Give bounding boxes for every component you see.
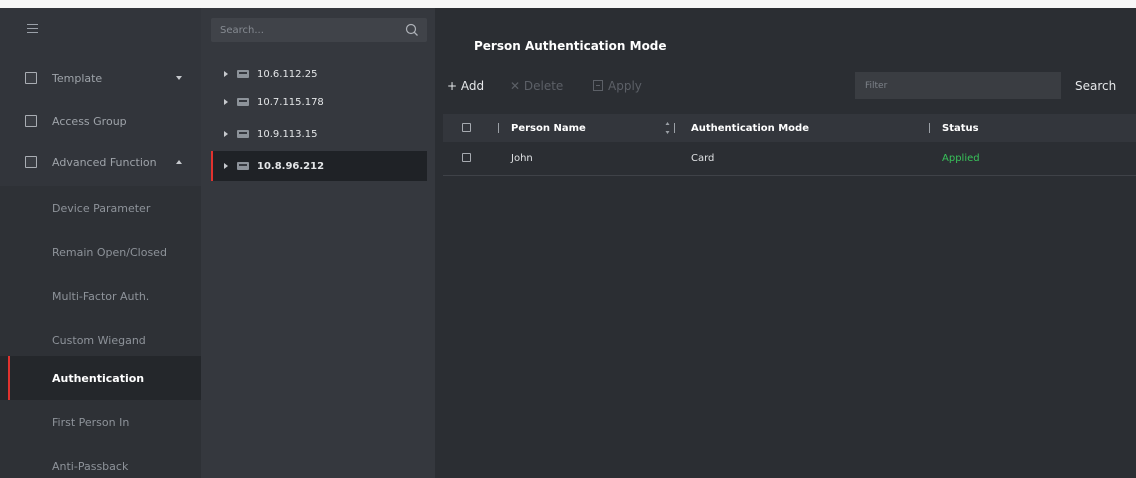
device-icon (237, 162, 249, 170)
sub-item-authentication[interactable]: Authentication (0, 356, 201, 400)
app-window: Template Access Group Advanced Function … (0, 8, 1136, 478)
device-ip: 10.7.115.178 (257, 96, 324, 108)
expand-arrow-icon[interactable] (224, 131, 228, 137)
device-icon (237, 70, 249, 78)
device-ip: 10.9.113.15 (257, 128, 318, 140)
nav-item-label: Template (52, 71, 103, 85)
sub-item-label: Multi-Factor Auth. (52, 289, 150, 303)
lock-icon (25, 115, 37, 127)
row-checkbox[interactable] (462, 153, 471, 162)
apply-icon (593, 80, 603, 91)
column-separator (929, 123, 930, 133)
apply-label: Apply (608, 79, 642, 93)
device-search (211, 18, 427, 42)
column-separator (674, 123, 675, 133)
sub-item-anti-passback[interactable]: Anti-Passback (0, 444, 201, 478)
filter-input[interactable] (855, 72, 1061, 99)
sub-item-label: Custom Wiegand (52, 333, 146, 347)
expand-arrow-icon[interactable] (224, 99, 228, 105)
device-ip: 10.6.112.25 (257, 68, 318, 80)
template-icon (25, 72, 37, 84)
cell-status: Applied (942, 153, 980, 164)
delete-button[interactable]: ✕ Delete (510, 79, 563, 93)
sort-icon[interactable] (665, 121, 670, 135)
column-header-person-name[interactable]: Person Name (511, 114, 586, 142)
menu-icon[interactable] (27, 24, 38, 34)
table-row[interactable]: John Card Applied (443, 142, 1136, 176)
column-separator (498, 123, 499, 133)
device-tree-panel: 10.6.112.25 10.7.115.178 10.9.113.15 10.… (201, 8, 435, 478)
device-ip: 10.8.96.212 (257, 160, 325, 172)
add-button[interactable]: + Add (447, 79, 484, 93)
apply-button[interactable]: Apply (593, 79, 642, 93)
advanced-function-icon (25, 156, 37, 168)
left-nav: Template Access Group Advanced Function … (0, 8, 201, 478)
sub-item-remain-open-closed[interactable]: Remain Open/Closed (0, 230, 201, 274)
column-header-status[interactable]: Status (942, 114, 979, 142)
sub-item-label: First Person In (52, 415, 130, 429)
nav-item-label: Advanced Function (52, 155, 157, 169)
search-button[interactable]: Search (1075, 79, 1116, 93)
sub-item-multi-factor-auth[interactable]: Multi-Factor Auth. (0, 274, 201, 318)
nav-item-advanced-function[interactable]: Advanced Function (0, 142, 201, 182)
table-header: Person Name Authentication Mode Status (443, 114, 1136, 142)
cell-authentication-mode: Card (691, 153, 715, 164)
sub-item-label: Device Parameter (52, 201, 151, 215)
page-title: Person Authentication Mode (474, 39, 667, 53)
tree-node-device[interactable]: 10.6.112.25 (201, 62, 427, 86)
nav-item-access-group[interactable]: Access Group (0, 101, 201, 141)
sub-item-first-person-in[interactable]: First Person In (0, 400, 201, 444)
nav-item-template[interactable]: Template (0, 58, 201, 98)
expand-arrow-icon[interactable] (224, 71, 228, 77)
sub-item-label: Remain Open/Closed (52, 245, 167, 259)
device-icon (237, 130, 249, 138)
chevron-down-icon (176, 76, 182, 80)
tree-node-device[interactable]: 10.7.115.178 (201, 90, 427, 114)
main-panel: Person Authentication Mode + Add ✕ Delet… (443, 8, 1136, 478)
tree-node-device-selected[interactable]: 10.8.96.212 (211, 151, 427, 181)
nav-item-label: Access Group (52, 114, 127, 128)
expand-arrow-icon[interactable] (224, 163, 228, 169)
sub-item-device-parameter[interactable]: Device Parameter (0, 186, 201, 230)
search-icon[interactable] (405, 23, 419, 37)
select-all-checkbox[interactable] (462, 123, 471, 132)
column-header-authentication-mode[interactable]: Authentication Mode (691, 114, 809, 142)
device-icon (237, 98, 249, 106)
device-search-input[interactable] (211, 18, 391, 42)
tree-node-device[interactable]: 10.9.113.15 (201, 122, 427, 146)
chevron-up-icon (176, 160, 182, 164)
sub-item-label: Anti-Passback (52, 459, 129, 473)
sub-item-label: Authentication (52, 371, 145, 385)
cell-person-name: John (511, 153, 533, 164)
